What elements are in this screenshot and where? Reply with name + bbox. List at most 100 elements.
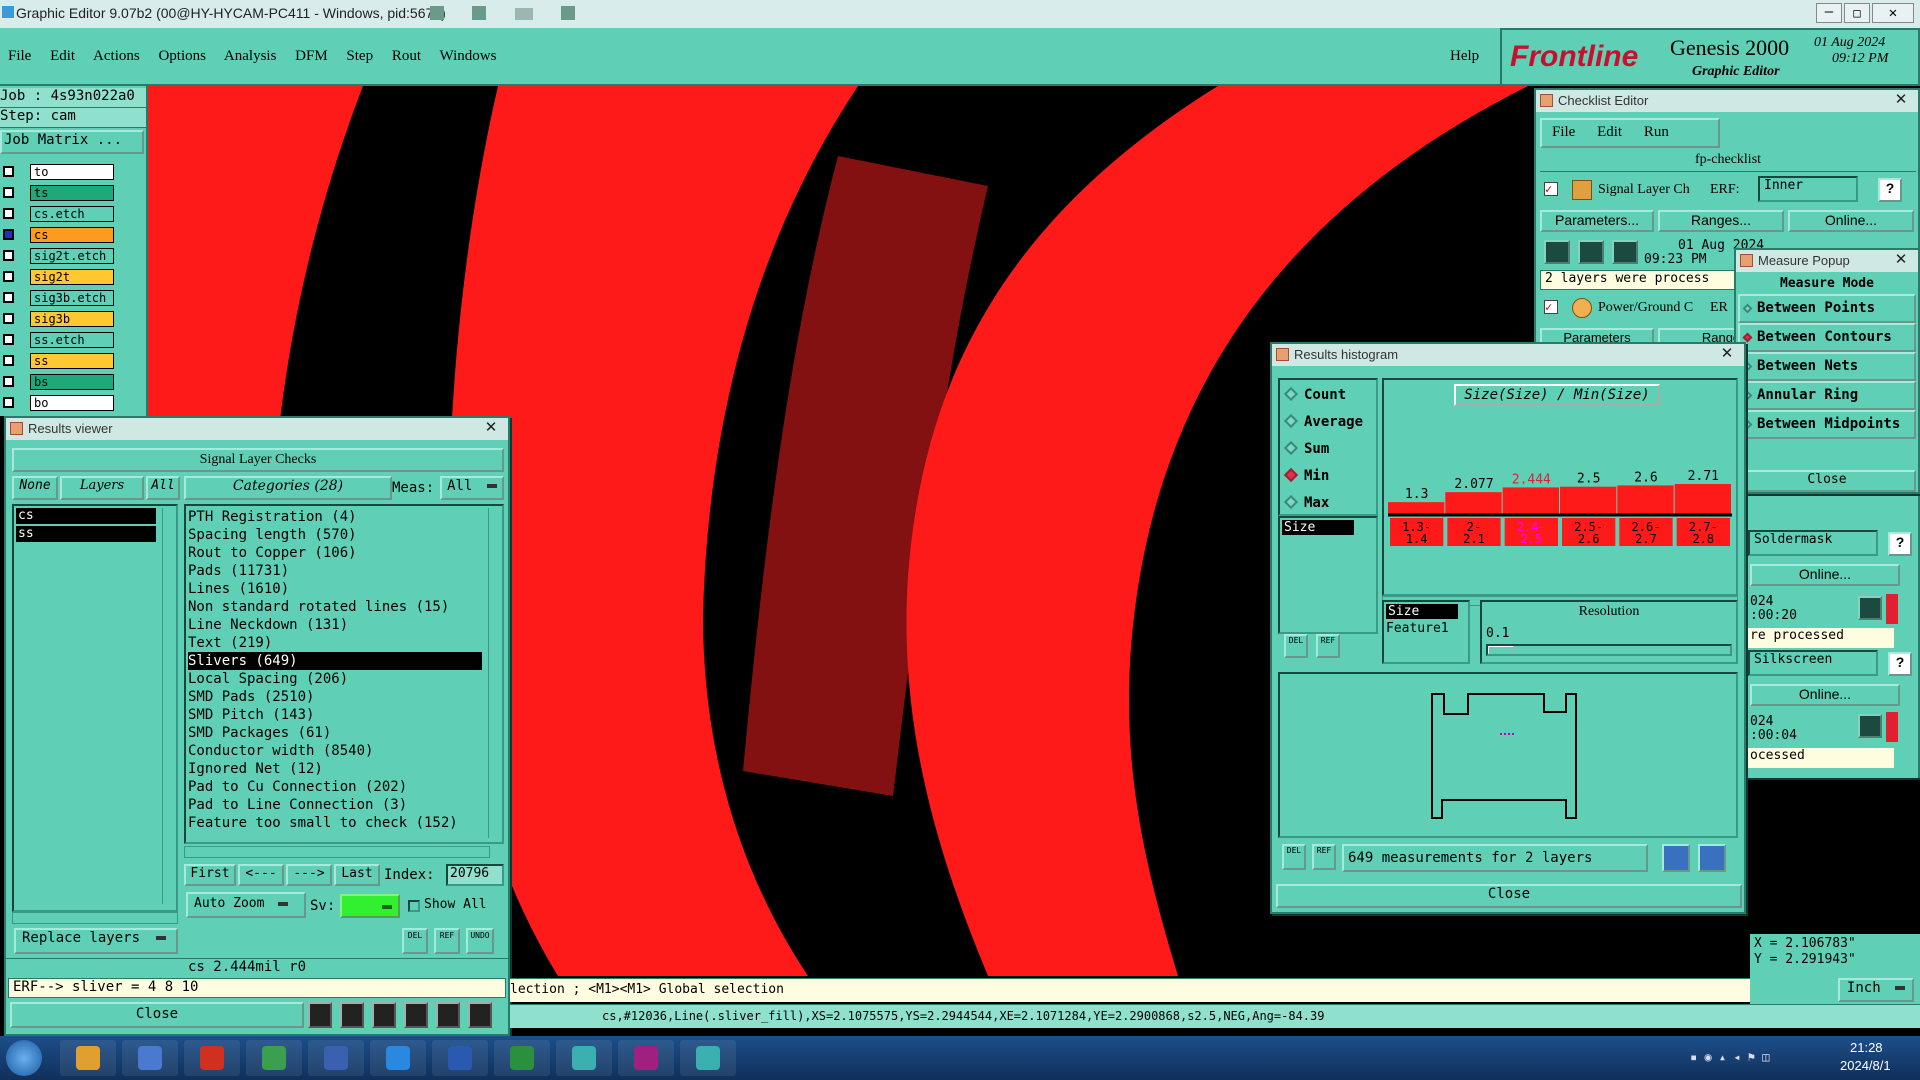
layer-name[interactable]: sig2t <box>30 269 114 285</box>
layer-row[interactable]: to <box>0 162 146 183</box>
category-item[interactable]: Pads (11731) <box>188 562 482 580</box>
taskbar-app-icon[interactable] <box>246 1040 302 1076</box>
feature-list[interactable]: Size Feature1 <box>1382 600 1470 664</box>
tab-all[interactable]: All <box>146 476 180 500</box>
measure-mode-option[interactable]: Between Contours <box>1738 323 1916 352</box>
taskbar-app-icon[interactable] <box>184 1040 240 1076</box>
auto-zoom-dropdown[interactable]: Auto Zoom <box>186 892 306 918</box>
category-item[interactable]: Spacing length (570) <box>188 526 482 544</box>
close-icon[interactable]: ✕ <box>1872 3 1914 23</box>
menu-step[interactable]: Step <box>346 48 373 64</box>
layer-row[interactable]: bs <box>0 372 146 393</box>
layer-name[interactable]: sig2t.etch <box>30 248 114 264</box>
row3-erf-value[interactable]: Soldermask <box>1748 530 1878 556</box>
rv-layer-item[interactable]: ss <box>16 526 156 542</box>
show-all-checkbox[interactable] <box>408 900 420 912</box>
measure-mode-option[interactable]: Between Midpoints <box>1738 410 1916 439</box>
layer-name[interactable]: cs <box>30 227 114 243</box>
layer-checkbox[interactable] <box>3 166 14 177</box>
taskbar-app-icon[interactable] <box>370 1040 426 1076</box>
radio-icon[interactable] <box>1283 467 1299 483</box>
row4-online-button[interactable]: Online... <box>1750 684 1900 706</box>
category-item[interactable]: Non standard rotated lines (15) <box>188 598 482 616</box>
category-item[interactable]: SMD Pitch (143) <box>188 706 482 724</box>
menu-edit[interactable]: Edit <box>50 48 75 64</box>
taskbar-app-icon[interactable] <box>60 1040 116 1076</box>
units-dropdown[interactable]: Inch <box>1838 978 1914 1002</box>
layer-row[interactable]: sig2t <box>0 267 146 288</box>
histogram-close-button[interactable]: Close <box>1276 884 1742 908</box>
layer-checkbox[interactable] <box>3 187 14 198</box>
category-item[interactable]: Rout to Copper (106) <box>188 544 482 562</box>
row4-erf-value[interactable]: Silkscreen <box>1748 650 1878 676</box>
delete-icon[interactable]: DEL <box>402 928 428 954</box>
layer-name[interactable]: sig3b <box>30 311 114 327</box>
menu-file[interactable]: File <box>8 48 31 64</box>
tool-icon[interactable] <box>404 1002 428 1028</box>
layer-row[interactable]: bo <box>0 393 146 414</box>
radio-icon[interactable] <box>1742 303 1753 314</box>
layer-name[interactable]: sig3b.etch <box>30 290 114 306</box>
row2-checkbox[interactable]: ✓ <box>1544 300 1558 314</box>
replace-layers-button[interactable]: Replace layers <box>14 928 178 954</box>
category-item[interactable]: Local Spacing (206) <box>188 670 482 688</box>
start-icon[interactable] <box>6 1040 42 1076</box>
nav-next-button[interactable]: ---> <box>286 864 332 886</box>
category-item[interactable]: Lines (1610) <box>188 580 482 598</box>
category-item[interactable]: SMD Packages (61) <box>188 724 482 742</box>
tool-icon[interactable] <box>436 1002 460 1028</box>
refresh-icon[interactable]: REF <box>434 928 460 954</box>
nav-prev-button[interactable]: <--- <box>238 864 284 886</box>
close-icon[interactable]: ✕ <box>480 419 502 437</box>
histogram-bar[interactable] <box>1388 502 1445 514</box>
category-item[interactable]: Conductor width (8540) <box>188 742 482 760</box>
menu-options[interactable]: Options <box>158 48 206 64</box>
delete-icon[interactable]: DEL <box>1284 634 1308 658</box>
layer-checkbox[interactable] <box>3 313 14 324</box>
rv-close-button[interactable]: Close <box>10 1002 304 1028</box>
histogram-bar[interactable] <box>1560 486 1617 514</box>
feature-item-size[interactable]: Size <box>1386 604 1458 619</box>
tool-icon[interactable] <box>468 1002 492 1028</box>
undo-icon[interactable]: UNDO <box>466 928 494 954</box>
layer-row[interactable]: ss <box>0 351 146 372</box>
measure-mode-option[interactable]: Annular Ring <box>1738 381 1916 410</box>
histogram-chart[interactable]: 1.31.3-1.42.0772-2.12.4442.4-2.52.52.5-2… <box>1384 410 1736 586</box>
histogram-mode-option[interactable]: Count <box>1283 384 1376 411</box>
category-item[interactable]: Pad to Line Connection (3) <box>188 796 482 814</box>
row1-checkbox[interactable]: ✓ <box>1544 182 1558 196</box>
histogram-bar[interactable] <box>1445 492 1502 514</box>
histogram-bar[interactable] <box>1674 484 1731 514</box>
radio-icon[interactable] <box>1283 494 1299 510</box>
row1-online-button[interactable]: Online... <box>1788 210 1914 232</box>
layer-checkbox[interactable] <box>3 208 14 219</box>
radio-icon[interactable] <box>1283 413 1299 429</box>
close-icon[interactable]: ✕ <box>1716 345 1738 363</box>
category-item[interactable]: Line Neckdown (131) <box>188 616 482 634</box>
nav-first-button[interactable]: First <box>184 864 236 886</box>
category-item[interactable]: Pad to Cu Connection (202) <box>188 778 482 796</box>
histogram-mode-option[interactable]: Max <box>1283 492 1376 519</box>
row1-parameters-button[interactable]: Parameters... <box>1540 210 1654 232</box>
tool-icon[interactable] <box>372 1002 396 1028</box>
layer-checkbox[interactable] <box>3 376 14 387</box>
measure-close-button[interactable]: Close <box>1738 470 1916 492</box>
layer-row[interactable]: ts <box>0 183 146 204</box>
menu-actions[interactable]: Actions <box>93 48 140 64</box>
menu-dfm[interactable]: DFM <box>295 48 328 64</box>
layer-checkbox[interactable] <box>3 397 14 408</box>
checklist-titlebar[interactable]: Checklist Editor ✕ <box>1536 90 1918 112</box>
layer-row[interactable]: cs <box>0 225 146 246</box>
slider-handle[interactable] <box>1488 646 1514 654</box>
taskbar-app-icon[interactable] <box>308 1040 364 1076</box>
run-icon[interactable] <box>1612 240 1638 264</box>
app-titlebar[interactable]: Graphic Editor 9.07b2 (00@HY-HYCAM-PC411… <box>0 0 1920 28</box>
menu-help[interactable]: Help <box>1450 48 1479 65</box>
feature-item-feature1[interactable]: Feature1 <box>1386 621 1466 636</box>
categories-label[interactable]: Categories (28) <box>184 476 392 500</box>
layer-row[interactable]: sig3b <box>0 309 146 330</box>
scrollbar[interactable] <box>488 508 500 838</box>
tool-icon[interactable] <box>340 1002 364 1028</box>
histogram-titlebar[interactable]: Results histogram ✕ <box>1272 344 1744 366</box>
job-matrix-button[interactable]: Job Matrix ... <box>0 130 144 154</box>
